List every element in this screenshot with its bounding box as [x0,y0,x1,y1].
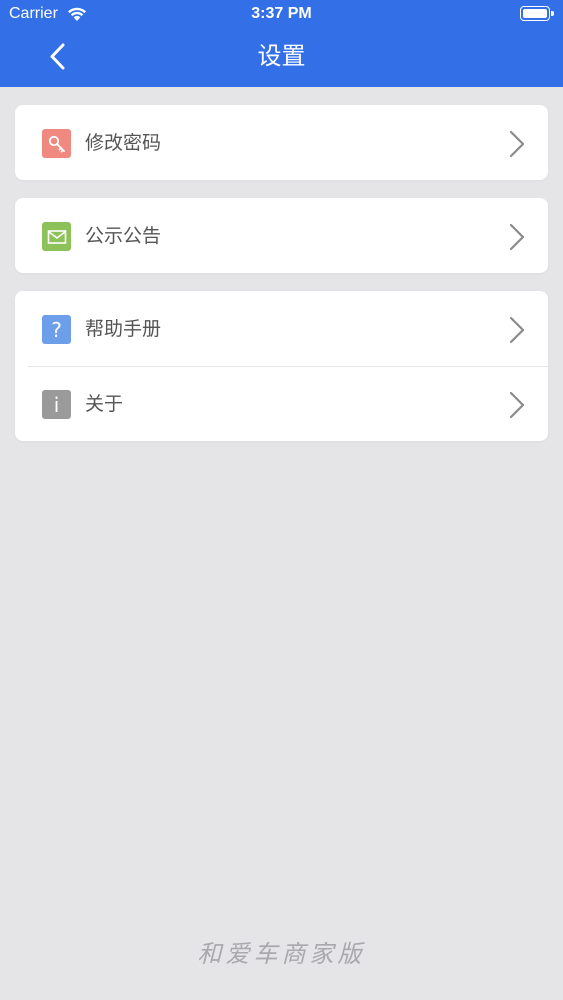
settings-group-1: 修改密码 [15,105,548,180]
page-title: 设置 [257,42,306,70]
change-password-label: 修改密码 [85,132,162,154]
question-icon: ? [42,315,71,344]
settings-group-3: ? 帮助手册 i 关于 [15,291,548,441]
announcements-label: 公示公告 [85,225,162,247]
info-icon: i [42,390,71,419]
chevron-right-icon [509,391,525,419]
about-label: 关于 [85,393,124,415]
chevron-right-icon [509,316,525,344]
help-manual-row[interactable]: ? 帮助手册 [15,291,548,366]
help-manual-label: 帮助手册 [85,318,162,340]
key-icon [42,129,71,158]
change-password-row[interactable]: 修改密码 [15,105,548,180]
announcements-row[interactable]: 公示公告 [15,198,548,273]
battery-icon [520,6,554,22]
clock-time: 3:37 PM [251,5,312,22]
status-bar: Carrier 3:37 PM [0,0,563,30]
chevron-right-icon [509,223,525,251]
settings-group-2: 公示公告 [15,198,548,273]
brand-logo: 和爱车商家版 [197,940,366,968]
about-row[interactable]: i 关于 [15,366,548,441]
envelope-icon [42,222,71,251]
chevron-right-icon [509,130,525,158]
nav-header: Carrier 3:37 PM 设置 [0,0,563,87]
